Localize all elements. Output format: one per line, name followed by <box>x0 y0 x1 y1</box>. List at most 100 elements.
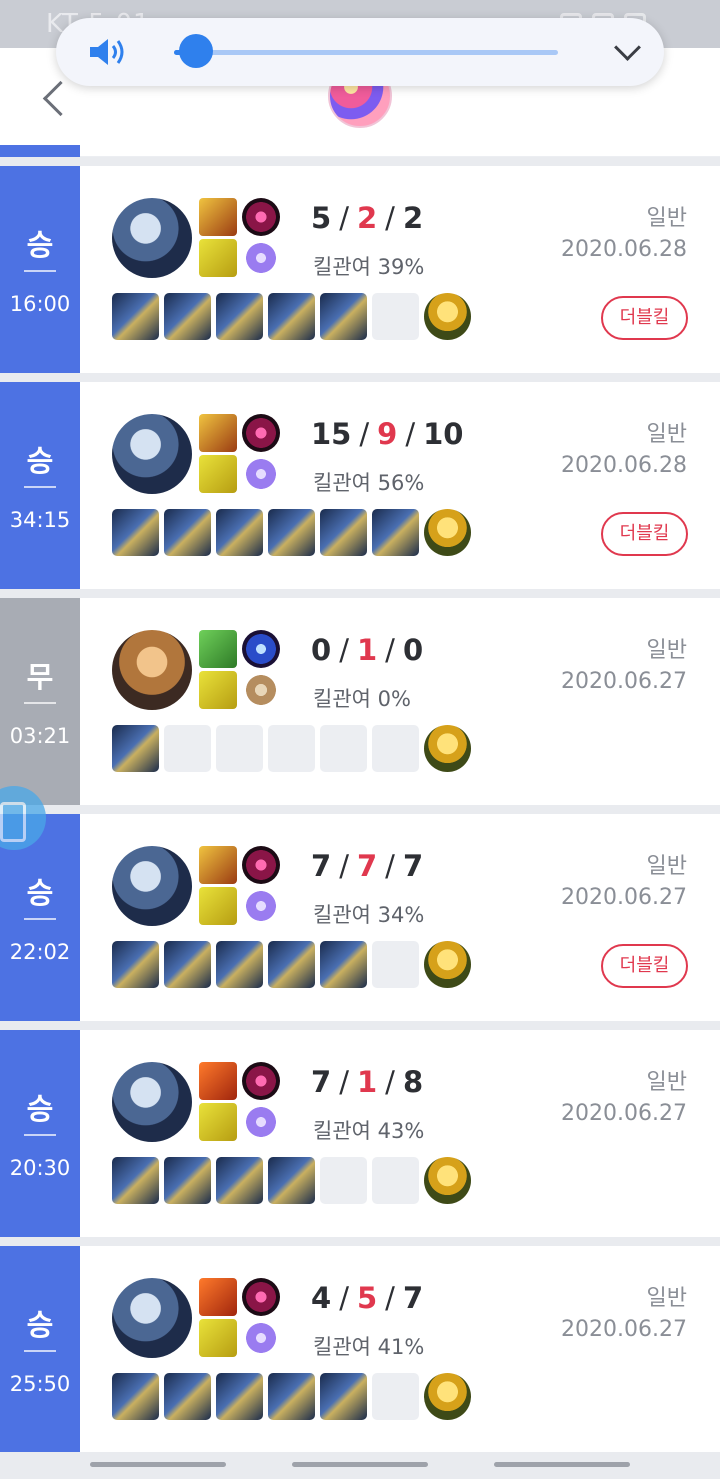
match-result: 승 <box>26 444 54 478</box>
kda-assists: 7 <box>402 1281 424 1315</box>
flash-spell-icon <box>199 1103 237 1141</box>
empty-item-slot <box>372 1373 419 1420</box>
kda-separator: / <box>385 1065 395 1099</box>
champion-portrait[interactable] <box>112 1062 192 1142</box>
match-date: 2020.06.28 <box>561 237 687 262</box>
kda-kills: 7 <box>311 849 332 883</box>
item-icon[interactable] <box>112 1373 159 1420</box>
nav-pill-center[interactable] <box>292 1462 428 1467</box>
champion-portrait[interactable] <box>112 1278 192 1358</box>
kda-separator: / <box>385 849 395 883</box>
match-card[interactable]: 승 22:02 7/7/7 킬관여 34% 일반 2020.06.27 더블킬 <box>0 814 720 1021</box>
item-icon[interactable] <box>164 941 211 988</box>
kda-assists: 2 <box>402 201 424 235</box>
kda-deaths: 7 <box>356 849 378 883</box>
match-card[interactable]: 승 20:30 7/1/8 킬관여 43% 일반 2020.06.27 <box>0 1030 720 1237</box>
match-gap <box>0 1237 720 1246</box>
back-button[interactable] <box>36 80 72 116</box>
match-duration: 03:21 <box>9 724 71 748</box>
match-card[interactable]: 승 34:15 15/9/10 킬관여 56% 일반 2020.06.28 더블킬 <box>0 382 720 589</box>
item-icon[interactable] <box>372 509 419 556</box>
match-card[interactable]: 승 25:50 4/5/7 킬관여 41% 일반 2020.06.27 <box>0 1246 720 1453</box>
kill-participation: 킬관여 41% <box>313 1335 425 1359</box>
multikill-badge[interactable]: 더블킬 <box>601 296 688 340</box>
trinket-ward-icon <box>424 1157 471 1204</box>
keystone-rune-icon <box>242 414 280 452</box>
secondary-rune-icon <box>242 239 280 277</box>
item-icon[interactable] <box>216 1373 263 1420</box>
summoner-spell-icon <box>199 198 237 236</box>
item-icon[interactable] <box>268 1373 315 1420</box>
queue-type: 일반 <box>646 854 687 879</box>
item-icon[interactable] <box>216 293 263 340</box>
empty-item-slot <box>372 293 419 340</box>
empty-item-slot <box>216 725 263 772</box>
speaker-icon[interactable] <box>88 36 128 68</box>
multikill-badge[interactable]: 더블킬 <box>601 944 688 988</box>
item-icon[interactable] <box>268 509 315 556</box>
item-icon[interactable] <box>268 1157 315 1204</box>
kda-kills: 4 <box>311 1281 332 1315</box>
champion-portrait[interactable] <box>112 630 192 710</box>
trinket-ward-icon <box>424 509 471 556</box>
chevron-down-icon[interactable] <box>614 38 638 62</box>
kda-score: 7/7/7 <box>311 849 423 883</box>
empty-item-slot <box>372 1157 419 1204</box>
match-result-strip: 승 25:50 <box>0 1246 80 1453</box>
item-icon[interactable] <box>320 293 367 340</box>
kda-separator: / <box>385 201 395 235</box>
item-icon[interactable] <box>164 1373 211 1420</box>
item-icon[interactable] <box>320 509 367 556</box>
trinket-ward-icon <box>424 725 471 772</box>
secondary-rune-icon <box>242 1103 280 1141</box>
keystone-rune-icon <box>242 198 280 236</box>
item-icon[interactable] <box>112 509 159 556</box>
match-gap <box>0 589 720 598</box>
volume-slider-thumb[interactable] <box>179 34 214 68</box>
item-icon[interactable] <box>112 293 159 340</box>
kda-assists: 0 <box>402 633 424 667</box>
kda-score: 5/2/2 <box>311 201 423 235</box>
champion-portrait[interactable] <box>112 846 192 926</box>
kda-assists: 7 <box>402 849 424 883</box>
queue-type: 일반 <box>646 1286 687 1311</box>
item-icon[interactable] <box>112 941 159 988</box>
kda-deaths: 1 <box>356 1065 378 1099</box>
match-date: 2020.06.27 <box>561 1317 687 1342</box>
summoner-spell-icon <box>199 1278 237 1316</box>
match-card[interactable]: 승 16:00 5/2/2 킬관여 39% 일반 2020.06.28 더블킬 <box>0 166 720 373</box>
keystone-rune-icon <box>242 846 280 884</box>
keystone-rune-icon <box>242 1062 280 1100</box>
match-gap <box>0 1021 720 1030</box>
match-card[interactable]: 무 03:21 0/1/0 킬관여 0% 일반 2020.06.27 <box>0 598 720 805</box>
result-divider <box>24 702 56 704</box>
empty-item-slot <box>372 725 419 772</box>
item-icon[interactable] <box>216 1157 263 1204</box>
empty-item-slot <box>268 725 315 772</box>
result-divider <box>24 486 56 488</box>
item-icon[interactable] <box>216 941 263 988</box>
match-date: 2020.06.27 <box>561 669 687 694</box>
item-icon[interactable] <box>112 1157 159 1204</box>
volume-slider-track[interactable] <box>174 50 558 55</box>
nav-pill-left[interactable] <box>90 1462 226 1467</box>
champion-portrait[interactable] <box>112 414 192 494</box>
item-icon[interactable] <box>164 1157 211 1204</box>
item-icon[interactable] <box>216 509 263 556</box>
item-icon[interactable] <box>268 941 315 988</box>
item-icon[interactable] <box>112 725 159 772</box>
kill-participation: 킬관여 34% <box>313 903 425 927</box>
item-icon[interactable] <box>320 1373 367 1420</box>
previous-match-sliver <box>0 145 720 157</box>
item-icon[interactable] <box>164 509 211 556</box>
item-icon[interactable] <box>164 293 211 340</box>
kill-participation: 킬관여 56% <box>313 471 425 495</box>
nav-pill-right[interactable] <box>494 1462 630 1467</box>
empty-item-slot <box>372 941 419 988</box>
item-icon[interactable] <box>320 941 367 988</box>
item-icon[interactable] <box>268 293 315 340</box>
multikill-badge[interactable]: 더블킬 <box>601 512 688 556</box>
flash-spell-icon <box>199 239 237 277</box>
summoner-spell-icon <box>199 846 237 884</box>
champion-portrait[interactable] <box>112 198 192 278</box>
